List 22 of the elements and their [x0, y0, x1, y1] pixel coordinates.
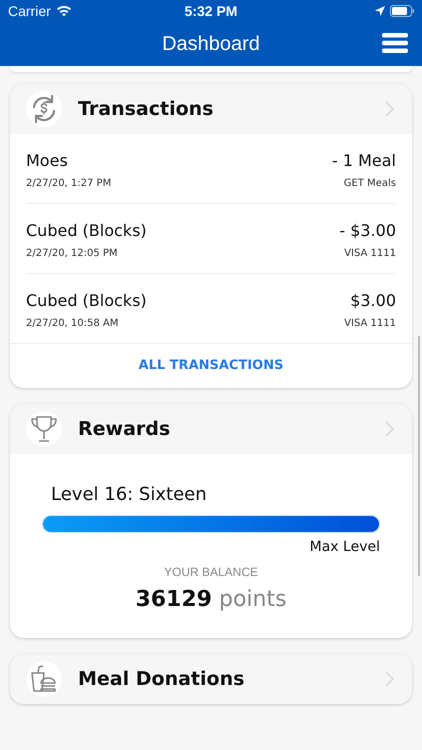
transactions-header[interactable]: Transactions: [10, 84, 412, 134]
transaction-row[interactable]: Cubed (Blocks) - $3.00 2/27/20, 12:05 PM VISA 1111: [26, 203, 396, 273]
level-name: Level 16: Sixteen: [51, 484, 208, 505]
menu-button[interactable]: [382, 32, 408, 54]
location-arrow-icon: [375, 6, 385, 16]
chevron-icon: [385, 421, 394, 437]
trophy-icon: [29, 414, 59, 444]
drink-burger-icon: [29, 664, 59, 694]
battery-icon: [390, 5, 414, 17]
wifi-icon: [56, 5, 72, 17]
status-time: 5:32 PM: [184, 3, 238, 19]
chevron-icon: [385, 671, 394, 687]
rewards-header[interactable]: Rewards: [10, 404, 412, 454]
balance-label: YOUR BALANCE: [164, 565, 258, 579]
all-transactions-link[interactable]: ALL TRANSACTIONS: [10, 343, 412, 388]
level-caption: Max Level: [310, 539, 380, 555]
chevron-icon: [385, 101, 394, 117]
carrier-name: Carrier: [8, 3, 51, 19]
points-balance: 36129 points: [135, 587, 287, 612]
meal-donations-header[interactable]: Meal Donations: [10, 654, 412, 704]
nav-title: Dashboard: [162, 32, 260, 56]
transaction-row[interactable]: Moes - 1 Meal 2/27/20, 1:27 PM GET Meals: [26, 134, 396, 203]
